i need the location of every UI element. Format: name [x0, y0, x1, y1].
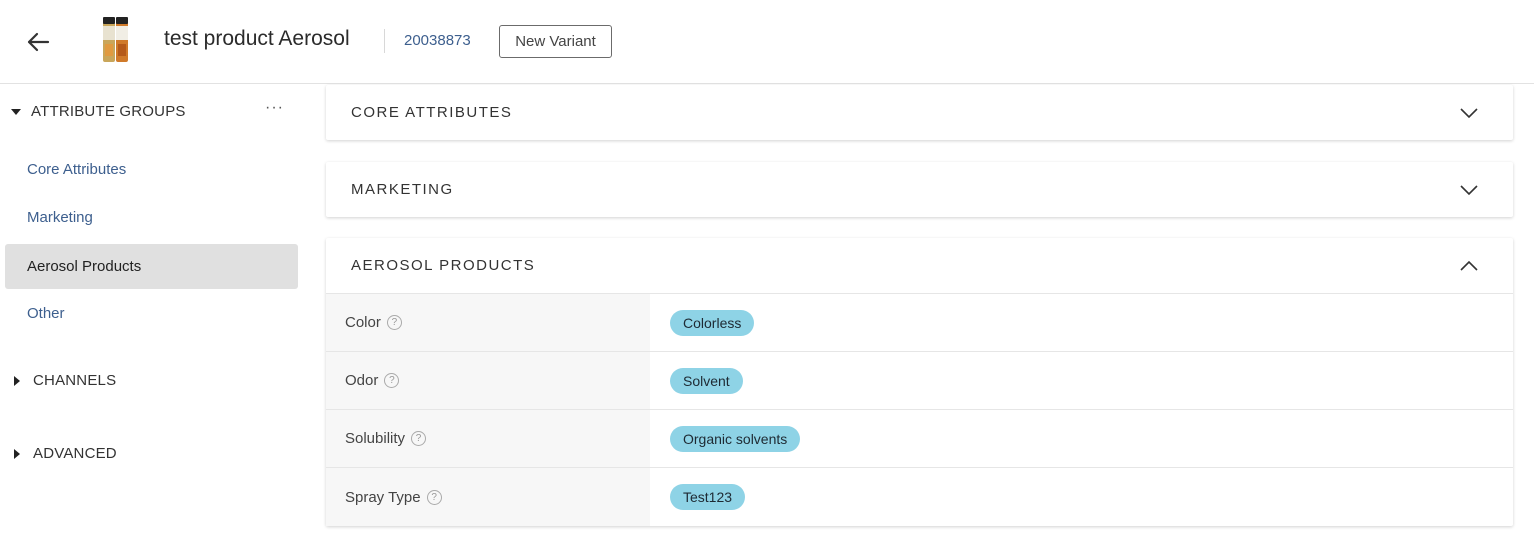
sidebar-item-core-attributes[interactable]: Core Attributes — [5, 147, 298, 192]
new-variant-button[interactable]: New Variant — [499, 25, 612, 58]
attribute-groups-label: ATTRIBUTE GROUPS — [31, 103, 186, 120]
table-row: Spray Type ? Test123 — [326, 468, 1513, 526]
table-row: Color ? Colorless — [326, 294, 1513, 352]
table-row: Odor ? Solvent — [326, 352, 1513, 410]
help-icon[interactable]: ? — [386, 315, 402, 330]
product-thumbnail — [100, 14, 132, 64]
attribute-groups-toggle[interactable]: ATTRIBUTE GROUPS — [11, 103, 186, 120]
chevron-down-icon — [1460, 184, 1478, 195]
attribute-label: Solubility — [345, 430, 406, 447]
core-attributes-panel: CORE ATTRIBUTES — [326, 85, 1513, 140]
back-arrow-icon[interactable] — [22, 26, 54, 58]
attribute-value-cell[interactable]: Colorless — [650, 294, 1513, 351]
advanced-toggle[interactable]: ADVANCED — [11, 445, 117, 462]
attribute-label-cell: Solubility ? — [326, 410, 650, 467]
value-chip[interactable]: Test123 — [670, 484, 746, 510]
product-title: test product Aerosol — [164, 27, 350, 50]
table-row: Solubility ? Organic solvents — [326, 410, 1513, 468]
sidebar: ATTRIBUTE GROUPS ··· Core Attributes Mar… — [0, 85, 305, 537]
marketing-header[interactable]: MARKETING — [326, 162, 1513, 217]
attribute-label-cell: Color ? — [326, 294, 650, 351]
value-chip[interactable]: Organic solvents — [670, 425, 801, 452]
channels-label: CHANNELS — [33, 372, 117, 389]
caret-down-icon — [11, 108, 21, 115]
panel-title: AEROSOL PRODUCTS — [351, 257, 536, 274]
value-chip[interactable]: Solvent — [670, 367, 743, 394]
attribute-label: Color — [345, 314, 381, 331]
attribute-label: Spray Type — [345, 488, 421, 506]
panel-title: CORE ATTRIBUTES — [351, 104, 513, 121]
attribute-label-cell: Odor ? — [326, 352, 650, 409]
help-icon[interactable]: ? — [384, 373, 400, 388]
panel-title: MARKETING — [351, 181, 454, 198]
attribute-value-cell[interactable]: Test123 — [650, 468, 1513, 526]
sidebar-item-aerosol-products[interactable]: Aerosol Products — [5, 244, 298, 289]
attribute-label: Odor — [345, 372, 379, 389]
page-header: test product Aerosol 20038873 New Varian… — [0, 0, 1534, 84]
aerosol-products-panel: AEROSOL PRODUCTS Color ? Colorless Odor … — [326, 238, 1513, 526]
caret-right-icon — [14, 375, 20, 386]
attribute-label-cell: Spray Type ? — [326, 468, 650, 526]
chevron-down-icon — [1460, 107, 1478, 118]
product-id-link[interactable]: 20038873 — [404, 32, 471, 49]
sidebar-item-other[interactable]: Other — [5, 291, 298, 336]
core-attributes-header[interactable]: CORE ATTRIBUTES — [326, 85, 1513, 140]
attribute-value-cell[interactable]: Solvent — [650, 352, 1513, 409]
aerosol-products-header[interactable]: AEROSOL PRODUCTS — [326, 238, 1513, 293]
help-icon[interactable]: ? — [411, 431, 427, 446]
marketing-panel: MARKETING — [326, 162, 1513, 217]
sidebar-item-marketing[interactable]: Marketing — [5, 195, 298, 240]
advanced-label: ADVANCED — [33, 445, 117, 462]
caret-right-icon — [14, 448, 20, 459]
chevron-up-icon — [1460, 260, 1478, 271]
channels-toggle[interactable]: CHANNELS — [11, 372, 116, 389]
header-divider — [384, 29, 385, 53]
more-options-icon[interactable]: ··· — [265, 99, 284, 117]
attribute-value-cell[interactable]: Organic solvents — [650, 410, 1513, 467]
attribute-table: Color ? Colorless Odor ? Solvent Solubil… — [326, 293, 1513, 526]
value-chip[interactable]: Colorless — [670, 309, 755, 336]
help-icon[interactable]: ? — [426, 489, 442, 505]
